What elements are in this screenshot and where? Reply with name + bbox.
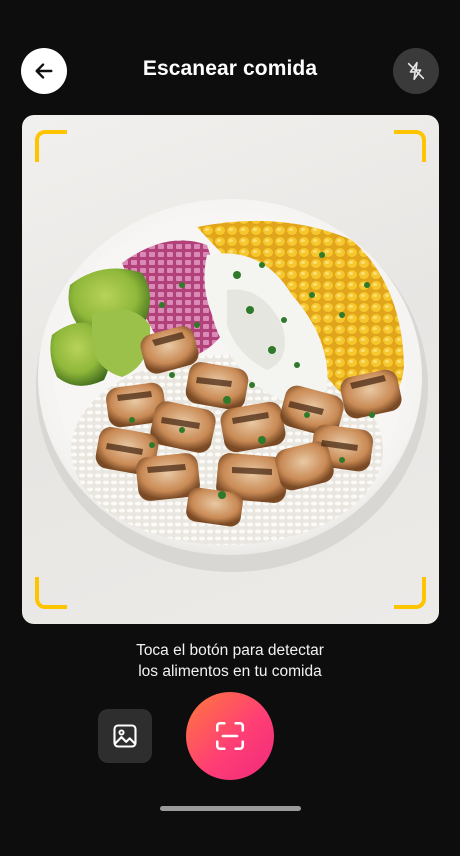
scan-icon [215, 721, 245, 751]
page-title: Escanear comida [142, 57, 318, 80]
home-indicator[interactable] [160, 806, 301, 811]
scan-food-screen: Escanear comida Toca el botón para detec… [0, 0, 460, 856]
camera-preview[interactable] [22, 115, 439, 624]
instruction-text: Toca el botón para detectar los alimento… [0, 640, 460, 682]
gallery-button[interactable] [98, 709, 152, 763]
flash-off-icon [407, 61, 425, 81]
scan-button[interactable] [186, 692, 274, 780]
food-photo [36, 199, 428, 572]
scan-frame-corner-top-left [35, 130, 67, 162]
scan-frame-corner-bottom-right [394, 577, 426, 609]
scan-frame-corner-bottom-left [35, 577, 67, 609]
flash-toggle-button[interactable] [393, 48, 439, 94]
instruction-line-1: Toca el botón para detectar [136, 642, 324, 659]
image-icon [113, 724, 137, 748]
instruction-line-2: los alimentos en tu comida [138, 663, 322, 680]
scan-frame-corner-top-right [394, 130, 426, 162]
